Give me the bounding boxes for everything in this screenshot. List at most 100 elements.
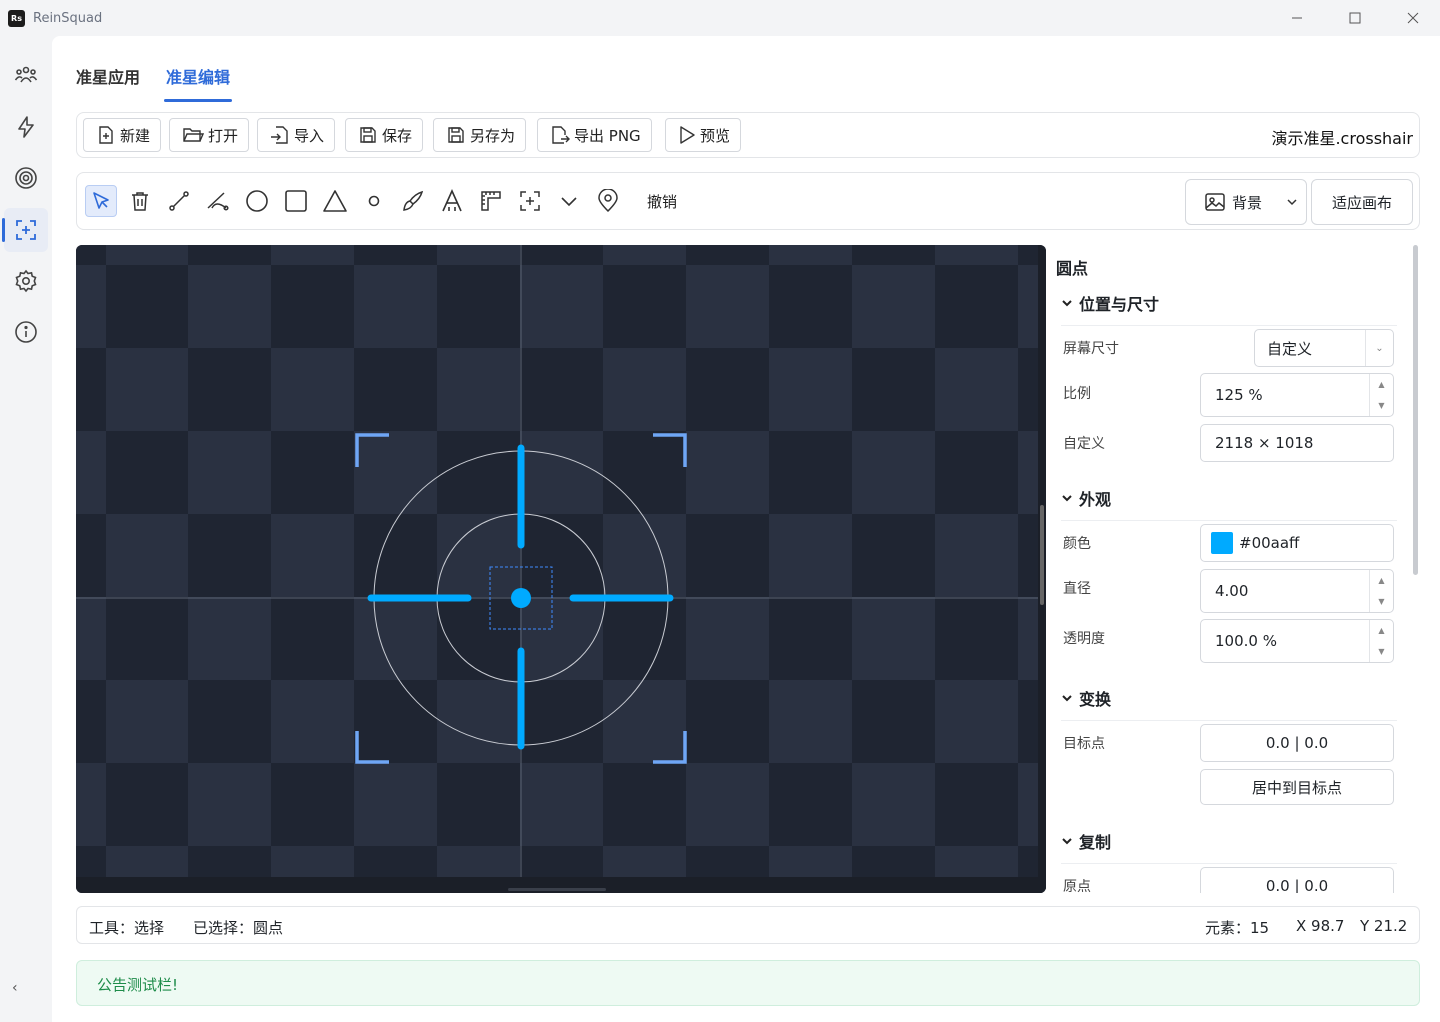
origin-input[interactable]: 0.0 | 0.0 <box>1200 867 1394 893</box>
delete-tool-button[interactable] <box>124 185 156 217</box>
rectangle-tool-button[interactable] <box>280 185 312 217</box>
center-tool-button[interactable] <box>514 185 546 217</box>
checker-tile <box>354 597 437 680</box>
canvas-horizontal-scrollbar[interactable] <box>76 877 1046 893</box>
checker-tile <box>354 763 437 846</box>
section-title: 变换 <box>1079 690 1112 709</box>
draw-toolbar: 撤销 背景 适应画布 <box>76 172 1420 230</box>
checker-tile <box>271 245 354 265</box>
ruler-icon <box>481 191 501 211</box>
gear-icon[interactable] <box>4 259 48 303</box>
tab-crosshair-apply[interactable]: 准星应用 <box>76 58 140 102</box>
checker-tile <box>520 431 603 514</box>
minimize-icon[interactable] <box>1268 0 1326 36</box>
folder-icon <box>183 128 204 142</box>
brush-tool-button[interactable] <box>397 185 429 217</box>
triangle-tool-button[interactable] <box>319 185 351 217</box>
ruler-tool-button[interactable] <box>475 185 507 217</box>
properties-scrollbar[interactable] <box>1411 245 1419 893</box>
screen-size-select[interactable]: 自定义 ⌄ <box>1254 329 1394 367</box>
crosshair-canvas[interactable] <box>76 245 1046 893</box>
line-icon <box>169 191 189 211</box>
save-as-button[interactable]: 另存为 <box>433 118 527 152</box>
checker-tile <box>106 348 188 431</box>
chevron-down-icon <box>1287 199 1297 206</box>
collapse-rail-button[interactable]: ‹ <box>12 980 18 996</box>
diameter-stepper[interactable]: ▲ ▼ <box>1369 570 1393 612</box>
polyline-tool-button[interactable] <box>202 185 234 217</box>
maximize-icon[interactable] <box>1326 0 1384 36</box>
tab-crosshair-edit[interactable]: 准星编辑 <box>164 58 233 102</box>
checker-tile <box>354 431 437 514</box>
center-dot <box>511 588 531 608</box>
opacity-input[interactable]: 100.0 % ▲ ▼ <box>1200 619 1394 663</box>
color-input[interactable]: #00aaff <box>1200 524 1394 562</box>
properties-title: 圆点 <box>1056 259 1089 278</box>
color-swatch[interactable] <box>1211 532 1233 554</box>
screen-size-value: 自定义 <box>1267 339 1313 358</box>
checker-tile <box>935 846 1018 877</box>
checker-tile <box>603 348 686 431</box>
preview-button[interactable]: 预览 <box>665 118 742 152</box>
select-tool-button[interactable] <box>85 185 117 217</box>
canvas-drawing[interactable] <box>76 245 1038 877</box>
custom-size-label: 自定义 <box>1063 436 1105 452</box>
undo-button[interactable]: 撤销 <box>647 191 677 212</box>
canvas-vertical-scrollbar[interactable] <box>1038 245 1046 893</box>
status-tool: 工具：选择 <box>89 919 165 937</box>
import-icon <box>271 126 288 144</box>
opacity-stepper[interactable]: ▲ ▼ <box>1369 620 1393 662</box>
save-button[interactable]: 保存 <box>345 118 424 152</box>
export-png-button[interactable]: 导出 PNG <box>537 118 652 152</box>
section-position-size[interactable]: 位置与尺寸 <box>1061 291 1397 326</box>
scroll-thumb[interactable] <box>1413 245 1418 575</box>
close-icon[interactable] <box>1384 0 1440 36</box>
checker-tile <box>603 680 686 763</box>
center-to-target-button[interactable]: 居中到目标点 <box>1200 769 1394 805</box>
anchor-tool-button[interactable] <box>592 185 624 217</box>
main-area: 准星应用 准星编辑 新建 打开 导入 保存 另存为 导出 PNG 预览 演示准星… <box>52 36 1440 1022</box>
delete-icon <box>132 192 148 211</box>
checker-tile <box>935 680 1018 763</box>
line-tool-button[interactable] <box>163 185 195 217</box>
fit-canvas-button[interactable]: 适应画布 <box>1311 179 1413 225</box>
new-button[interactable]: 新建 <box>83 118 162 152</box>
circle-tool-button[interactable] <box>241 185 273 217</box>
crosshair-edit-icon[interactable] <box>2 208 48 252</box>
target-icon[interactable] <box>4 156 48 200</box>
checker-tile <box>603 846 686 877</box>
dot-tool-button[interactable] <box>358 185 390 217</box>
background-button[interactable]: 背景 <box>1185 179 1307 225</box>
info-icon[interactable] <box>4 310 48 354</box>
scroll-thumb[interactable] <box>1040 505 1044 605</box>
diameter-input[interactable]: 4.00 ▲ ▼ <box>1200 569 1394 613</box>
more-tools-button[interactable] <box>553 185 585 217</box>
checker-tile <box>852 597 935 680</box>
checker-tile <box>520 597 603 680</box>
text-tool-button[interactable] <box>436 185 468 217</box>
import-button[interactable]: 导入 <box>257 118 336 152</box>
open-label: 打开 <box>208 126 239 145</box>
status-bar: 工具：选择 已选择：圆点 元素：15 X 98.7 Y 21.2 <box>76 906 1420 944</box>
checker-tile <box>603 514 686 597</box>
checker-tile <box>354 265 437 348</box>
diameter-value: 4.00 <box>1215 582 1249 600</box>
custom-size-input[interactable]: 2118 × 1018 <box>1200 424 1394 462</box>
checker-tile <box>769 680 852 763</box>
checker-tile <box>520 763 603 846</box>
opacity-label: 透明度 <box>1063 631 1105 647</box>
scale-input[interactable]: 125 % ▲ ▼ <box>1200 373 1394 417</box>
scroll-thumb[interactable] <box>508 888 606 891</box>
checker-tile <box>437 245 520 265</box>
scale-stepper[interactable]: ▲ ▼ <box>1369 374 1393 416</box>
section-transform[interactable]: 变换 <box>1061 686 1397 721</box>
rectangle-icon <box>285 190 307 212</box>
target-input[interactable]: 0.0 | 0.0 <box>1200 724 1394 762</box>
new-file-icon <box>99 126 113 144</box>
bolt-icon[interactable] <box>4 105 48 149</box>
open-button[interactable]: 打开 <box>169 118 250 152</box>
section-copy[interactable]: 复制 <box>1061 829 1397 864</box>
users-icon[interactable] <box>4 53 48 97</box>
checker-tile <box>1018 265 1038 348</box>
section-appearance[interactable]: 外观 <box>1061 486 1397 521</box>
